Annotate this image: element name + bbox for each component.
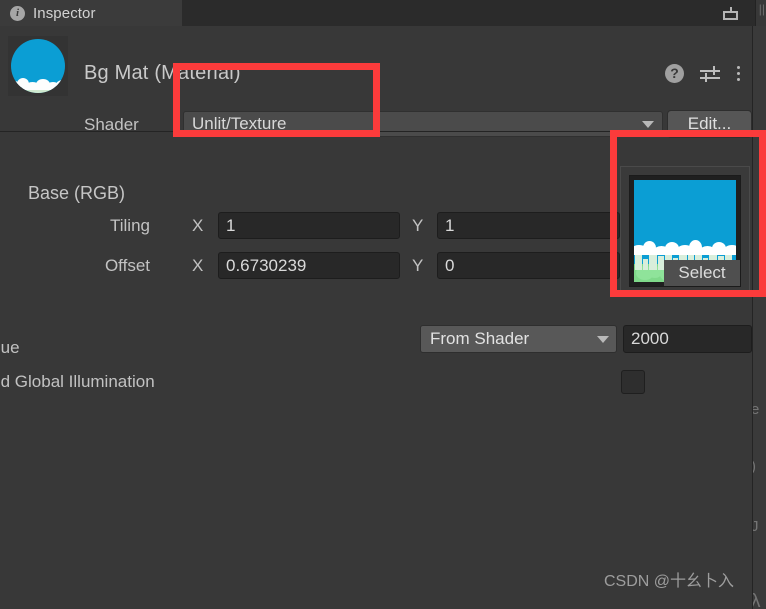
inspector-tab-bar: i Inspector || xyxy=(0,0,766,26)
render-queue-label: Render Queue xyxy=(0,338,20,357)
edit-shader-button[interactable]: Edit... xyxy=(667,110,752,138)
offset-x-input[interactable]: 0.6730239 xyxy=(218,252,400,279)
info-circle-icon: i xyxy=(10,5,25,21)
tiling-x-input[interactable]: 1 xyxy=(218,212,400,239)
right-panel-fragment: e ) J λ xyxy=(752,26,766,609)
header-icon-group: ? xyxy=(665,64,740,83)
select-texture-button[interactable]: Select xyxy=(664,260,740,286)
tiling-x-axis-label: X xyxy=(192,216,204,235)
offset-label: Offset xyxy=(104,256,150,275)
tab-inspector[interactable]: i Inspector xyxy=(0,0,182,26)
help-question-icon[interactable]: ? xyxy=(665,64,684,83)
fragment-glyph-2: ) xyxy=(753,458,756,475)
chevron-down-icon xyxy=(642,120,654,128)
tiling-y-axis-label: Y xyxy=(412,216,424,235)
csdn-watermark: CSDN @十幺卜入 xyxy=(603,573,734,590)
base-rgb-label: Base (RGB) xyxy=(28,183,126,203)
texture-thumbnail-preview: Select xyxy=(629,175,741,287)
offset-y-axis-label: Y xyxy=(412,256,424,275)
inspector-panel: Bg Mat (Material) ? Shader Unlit/Texture… xyxy=(0,26,752,609)
shader-label: Shader xyxy=(84,115,139,134)
material-sphere-preview[interactable] xyxy=(8,36,68,96)
texture-object-field[interactable]: Select xyxy=(620,166,750,296)
offset-y-input[interactable]: 0 xyxy=(437,252,620,279)
right-panel-edge-top: || xyxy=(755,0,766,26)
edge-glyph: || xyxy=(758,2,765,16)
dock-window-icon[interactable] xyxy=(723,6,740,20)
texture-slot-spacer xyxy=(620,194,752,195)
render-queue-value-input[interactable]: 2000 xyxy=(623,325,752,353)
fragment-glyph-3: J xyxy=(753,518,759,535)
preset-sliders-icon[interactable] xyxy=(700,65,720,82)
offset-x-axis-label: X xyxy=(192,256,204,275)
double-sided-gi-label: Double Sided Global Illumination xyxy=(0,372,155,391)
material-title: Bg Mat (Material) xyxy=(84,62,241,84)
shader-dropdown[interactable]: Unlit/Texture xyxy=(183,111,663,137)
tiling-label: Tiling xyxy=(110,216,150,235)
render-queue-dropdown[interactable]: From Shader xyxy=(420,325,617,353)
tab-bar-controls xyxy=(723,0,758,26)
chevron-down-icon xyxy=(597,335,609,343)
header-divider xyxy=(0,131,752,132)
double-sided-gi-checkbox[interactable] xyxy=(621,370,645,394)
tiling-y-input[interactable]: 1 xyxy=(437,212,620,239)
fragment-glyph-4: λ xyxy=(753,591,761,609)
fragment-glyph-1: e xyxy=(753,401,759,418)
tab-inspector-label: Inspector xyxy=(33,4,96,22)
header-kebab-menu-icon[interactable] xyxy=(736,66,740,81)
render-queue-mode: From Shader xyxy=(430,329,530,348)
